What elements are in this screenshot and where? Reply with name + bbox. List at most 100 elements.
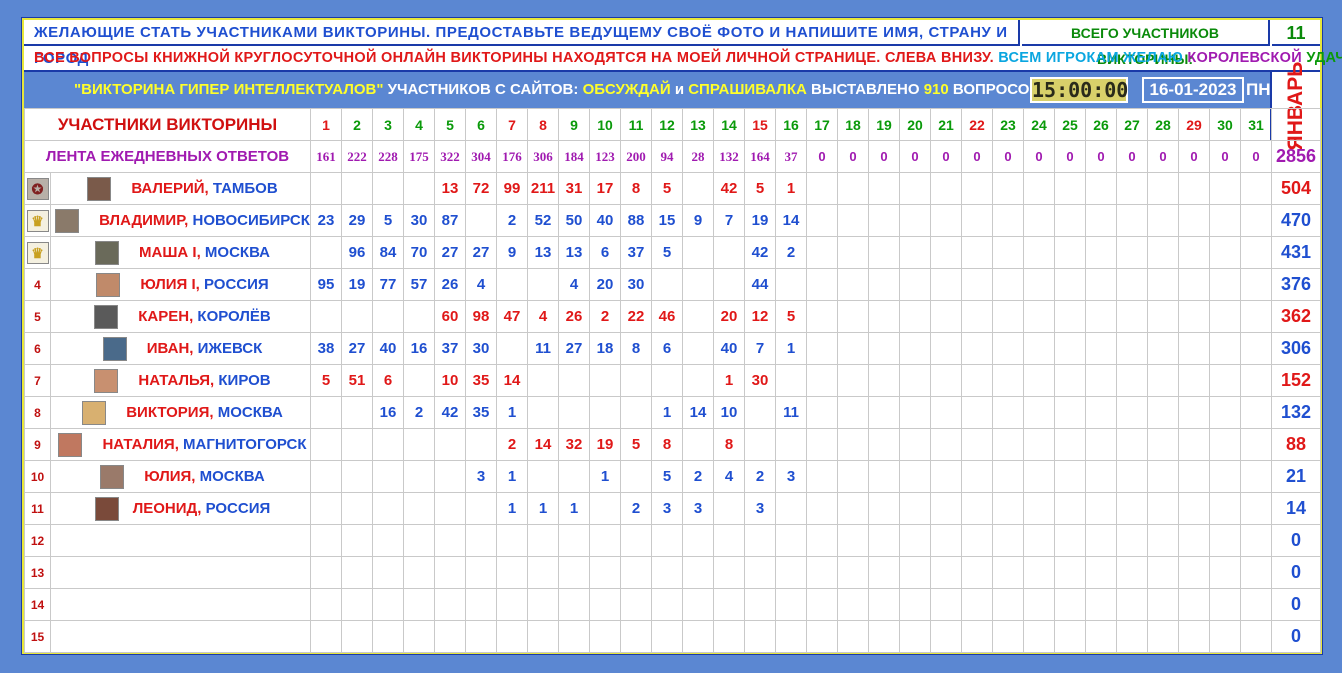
table-row: 4 ЮЛИЯ I, РОССИЯ 95 19 77 57 26 4 4 20 30 44 376	[24, 268, 1322, 301]
score-cell	[589, 620, 622, 653]
score-cell: 96	[341, 236, 374, 269]
score-cell	[620, 460, 653, 493]
total-participants-value: 11	[1272, 20, 1320, 46]
score-cell	[1116, 428, 1149, 461]
score-cell: 7	[744, 332, 777, 365]
participant-cell: ЮЛИЯ, МОСКВА	[49, 460, 312, 493]
score-cell	[1178, 300, 1211, 333]
rank-cell: 7	[24, 364, 51, 397]
participant-total: 21	[1271, 460, 1322, 493]
score-cell: 42	[713, 172, 746, 205]
score-cell	[868, 396, 901, 429]
score-cell	[1023, 396, 1056, 429]
score-cell: 4	[558, 268, 591, 301]
score-cell: 8	[651, 428, 684, 461]
score-cell	[868, 236, 901, 269]
daily-feed-value: 0	[961, 140, 994, 173]
score-cell	[992, 364, 1025, 397]
participant-cell: МАША I, МОСКВА	[49, 236, 312, 269]
score-cell	[1209, 332, 1242, 365]
rank-cell: 5	[24, 300, 51, 333]
daily-feed-value: 37	[775, 140, 808, 173]
day-header: 27	[1116, 108, 1149, 141]
score-cell: 11	[527, 332, 560, 365]
day-header: 2	[341, 108, 374, 141]
day-header: 28	[1147, 108, 1180, 141]
participant-name: ЮЛИЯ I,	[140, 275, 200, 293]
score-cell	[961, 460, 994, 493]
score-cell	[961, 300, 994, 333]
daily-feed-value: 306	[527, 140, 560, 173]
score-cell: 6	[651, 332, 684, 365]
score-cell	[496, 620, 529, 653]
score-cell	[1240, 556, 1273, 589]
score-cell	[837, 428, 870, 461]
rank-cell: 9	[24, 428, 51, 461]
score-cell	[527, 588, 560, 621]
score-cell	[341, 588, 374, 621]
score-cell	[961, 396, 994, 429]
score-cell	[558, 524, 591, 557]
score-cell: 22	[620, 300, 653, 333]
score-cell	[992, 556, 1025, 589]
avatar	[55, 208, 80, 233]
table-row: 14 0	[24, 588, 1322, 621]
score-cell: 1	[496, 460, 529, 493]
crown-icon: ♛	[26, 209, 49, 232]
score-cell: 87	[434, 204, 467, 237]
score-cell	[837, 524, 870, 557]
score-cell: 3	[682, 492, 715, 525]
rank-cell: ✪	[24, 172, 51, 205]
score-cell	[930, 620, 963, 653]
score-cell	[775, 268, 808, 301]
daily-feed-value: 28	[682, 140, 715, 173]
table-row: ♛ МАША I, МОСКВА 96 84 70 27 27 9 13 13 6 37 5 42 2 431	[24, 236, 1322, 269]
score-cell	[310, 236, 343, 269]
rank-cell: 6	[24, 332, 51, 365]
score-cell	[1054, 236, 1087, 269]
score-cell	[1054, 460, 1087, 493]
score-cell: 31	[558, 172, 591, 205]
score-cell: 3	[775, 460, 808, 493]
score-cell	[1085, 588, 1118, 621]
participant-cell	[49, 588, 312, 621]
rank-cell: 11	[24, 492, 51, 525]
score-cell	[868, 460, 901, 493]
score-cell	[558, 556, 591, 589]
score-cell	[1116, 460, 1149, 493]
score-cell	[899, 492, 932, 525]
score-cell	[1147, 396, 1180, 429]
score-cell	[589, 524, 622, 557]
score-cell	[434, 524, 467, 557]
score-cell: 95	[310, 268, 343, 301]
score-cell: 8	[620, 332, 653, 365]
score-cell	[682, 620, 715, 653]
score-cell	[1054, 396, 1087, 429]
score-cell	[1023, 332, 1056, 365]
score-cell	[837, 460, 870, 493]
score-cell	[341, 172, 374, 205]
daily-feed-value: 0	[806, 140, 839, 173]
day-header: 18	[837, 108, 870, 141]
score-cell	[992, 204, 1025, 237]
participant-name: ВИКТОРИЯ,	[126, 403, 214, 421]
score-cell	[1178, 588, 1211, 621]
score-cell: 27	[341, 332, 374, 365]
day-header: 12	[651, 108, 684, 141]
clock-display: 15:00:00	[1030, 77, 1129, 103]
score-cell	[1116, 268, 1149, 301]
score-cell: 20	[589, 268, 622, 301]
score-cell: 37	[434, 332, 467, 365]
score-cell	[682, 428, 715, 461]
participant-total: 132	[1271, 396, 1322, 429]
score-cell	[1085, 236, 1118, 269]
score-cell	[806, 300, 839, 333]
score-cell	[496, 332, 529, 365]
crown-icon: ♛	[26, 241, 49, 264]
score-cell: 14	[682, 396, 715, 429]
day-header: 5	[434, 108, 467, 141]
score-cell	[620, 620, 653, 653]
score-cell	[868, 492, 901, 525]
score-cell	[899, 524, 932, 557]
score-cell	[744, 588, 777, 621]
